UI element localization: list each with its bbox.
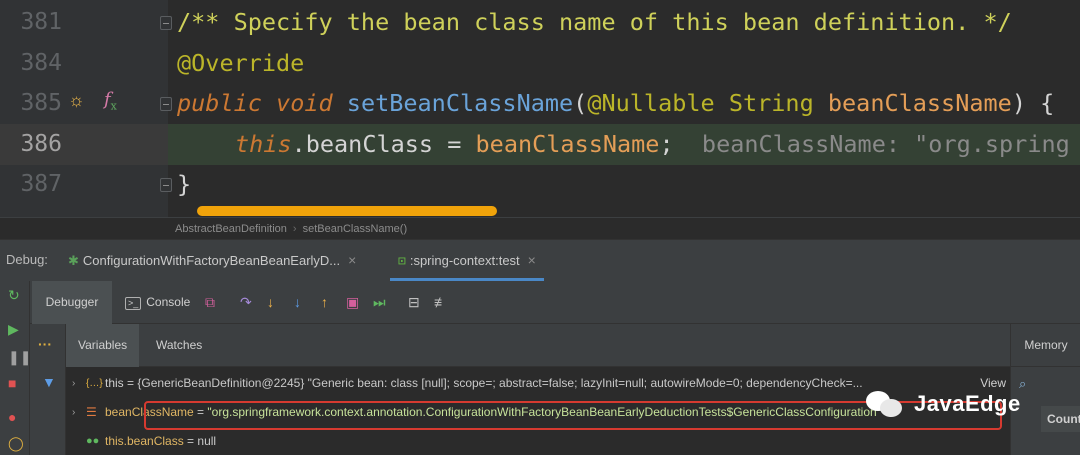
- breadcrumb-class[interactable]: AbstractBeanDefinition: [175, 223, 287, 235]
- stop-icon[interactable]: ■: [8, 375, 16, 391]
- terminal-icon[interactable]: ⊟: [408, 294, 420, 310]
- drop-frame-icon[interactable]: ▣: [346, 294, 359, 310]
- field-bean-class: .beanClass: [291, 130, 434, 158]
- wechat-logo-icon: [866, 389, 906, 419]
- variable-text: this = {GenericBeanDefinition@2245} "Gen…: [105, 370, 863, 397]
- highlight-underline: [197, 206, 497, 216]
- close-icon[interactable]: ×: [348, 252, 356, 268]
- expand-arrow-icon[interactable]: ›: [72, 370, 75, 397]
- pause-icon[interactable]: ❚❚: [8, 349, 31, 366]
- resume-icon[interactable]: ▶: [8, 321, 19, 338]
- doc-comment: /** Specify the bean class name of this …: [177, 8, 1012, 36]
- code-line-385[interactable]: 385 public void setBeanClassName(@Nullab…: [0, 83, 1080, 124]
- breadcrumb: AbstractBeanDefinition › setBeanClassName(…: [0, 217, 1080, 239]
- equals: =: [123, 376, 138, 390]
- override-annotation: @Override: [177, 49, 305, 77]
- console-icon: >_: [125, 297, 142, 310]
- variable-value: {GenericBeanDefinition@2245} "Generic be…: [137, 376, 863, 390]
- method-name: setBeanClassName: [346, 89, 574, 117]
- breadcrumb-separator: ›: [292, 223, 297, 235]
- assignment-statement: this.beanClass = beanClassName; beanClas…: [235, 124, 1070, 165]
- variables-header: Variables Watches: [66, 324, 1010, 367]
- more-icon[interactable]: ···: [38, 336, 52, 352]
- watch-glasses-icon: ●●: [86, 435, 100, 447]
- frames-strip: ··· ▼: [30, 324, 66, 455]
- tab-console[interactable]: >_ Console: [125, 281, 190, 324]
- debug-left-toolbar: ↻ ▶ ❚❚ ■ ● ◯: [0, 281, 31, 455]
- tab-debugger[interactable]: Debugger: [32, 281, 112, 324]
- fold-marker-icon[interactable]: [160, 97, 172, 111]
- run-to-cursor-icon[interactable]: ⏭: [373, 294, 386, 310]
- step-into-icon[interactable]: ↓: [267, 294, 274, 310]
- close-icon[interactable]: ×: [528, 252, 536, 268]
- line-number: 384: [20, 50, 62, 76]
- intention-bulb-icon[interactable]: ☼: [68, 90, 85, 111]
- console-label: Console: [146, 295, 191, 309]
- tab-config-test[interactable]: ✱ ConfigurationWithFactoryBeanBeanEarlyD.…: [68, 240, 356, 281]
- tab-label: :spring-context:test: [409, 253, 520, 268]
- fold-marker-icon[interactable]: [160, 16, 172, 30]
- code-line-384[interactable]: 384 @Override: [0, 43, 1080, 84]
- lambda-fx-icon[interactable]: fx: [104, 89, 117, 113]
- kw-this: this: [235, 130, 292, 158]
- show-execution-point-icon[interactable]: ⧉: [205, 294, 215, 310]
- line-number: 381: [20, 9, 62, 35]
- breakpoints-icon[interactable]: ●: [8, 409, 16, 425]
- breadcrumb-method[interactable]: setBeanClassName(): [303, 223, 408, 235]
- debugger-toolbar: Debugger >_ Console ⧉ ↷ ↓ ↓ ↑ ▣ ⏭ ⊟ ≢: [30, 281, 1080, 324]
- variable-row-this-bean-class[interactable]: ●● this.beanClass = null: [66, 428, 1010, 455]
- tab-label: ConfigurationWithFactoryBeanBeanEarlyD..…: [82, 253, 341, 268]
- param-name: beanClassName: [827, 89, 1012, 117]
- step-over-icon[interactable]: ↷: [240, 294, 252, 310]
- code-line-387[interactable]: 387 }: [0, 164, 1080, 205]
- line-number: 385: [20, 90, 62, 116]
- watermark-text: JavaEdge: [914, 391, 1021, 416]
- nullable-annotation: @Nullable: [587, 89, 715, 117]
- variable-name: this.beanClass: [105, 434, 184, 448]
- kw-void: void: [276, 89, 333, 117]
- variable-text: this.beanClass = null: [105, 428, 216, 455]
- force-step-into-icon[interactable]: ↓: [294, 294, 301, 310]
- debug-tool-window-tabs: Debug: ✱ ConfigurationWithFactoryBeanBean…: [0, 239, 1080, 281]
- expand-arrow-icon[interactable]: ›: [72, 399, 75, 426]
- code-editor[interactable]: 381 /** Specify the bean class name of t…: [0, 0, 1080, 217]
- memory-tab[interactable]: Memory: [1011, 324, 1080, 367]
- count-column-header[interactable]: Count: [1041, 406, 1080, 432]
- bug-icon: ✱: [68, 253, 79, 268]
- equals: =: [183, 434, 198, 448]
- object-icon: {…}: [86, 378, 103, 389]
- paren-open: (: [573, 89, 588, 117]
- fold-marker-icon[interactable]: [160, 178, 172, 192]
- paren-close: ) {: [1011, 89, 1055, 117]
- code-line-381[interactable]: 381 /** Specify the bean class name of t…: [0, 2, 1080, 43]
- method-signature: public void setBeanClassName(@Nullable S…: [177, 83, 1054, 124]
- rerun-icon[interactable]: ↻: [8, 287, 20, 304]
- param-type: String: [728, 89, 814, 117]
- watermark: JavaEdge: [866, 384, 1021, 424]
- variable-value: null: [197, 434, 217, 448]
- line-number: 387: [20, 171, 62, 197]
- step-out-icon[interactable]: ↑: [321, 294, 328, 310]
- closing-brace: }: [177, 170, 192, 198]
- field-icon: ☰: [86, 405, 97, 419]
- debug-label: Debug:: [6, 252, 48, 267]
- assign-op: =: [433, 130, 476, 158]
- gradle-icon: ⊡: [398, 254, 406, 269]
- filter-icon[interactable]: ▼: [42, 374, 56, 390]
- assigned-value: beanClassName: [475, 130, 660, 158]
- tab-variables[interactable]: Variables: [66, 324, 140, 367]
- inline-debug-hint: beanClassName: "org.spring: [701, 130, 1070, 158]
- mute-breakpoints-icon[interactable]: ◯: [8, 435, 24, 452]
- tab-watches[interactable]: Watches: [144, 324, 214, 367]
- kw-public: public: [177, 89, 262, 117]
- code-line-386-current[interactable]: 386 this.beanClass = beanClassName; bean…: [0, 124, 1080, 165]
- line-number: 386: [20, 131, 62, 157]
- semicolon: ;: [659, 130, 674, 158]
- tab-spring-context-test[interactable]: ⊡:spring-context:test ×: [390, 240, 544, 281]
- variable-name: this: [105, 376, 124, 390]
- settings-layout-icon[interactable]: ≢: [434, 294, 448, 310]
